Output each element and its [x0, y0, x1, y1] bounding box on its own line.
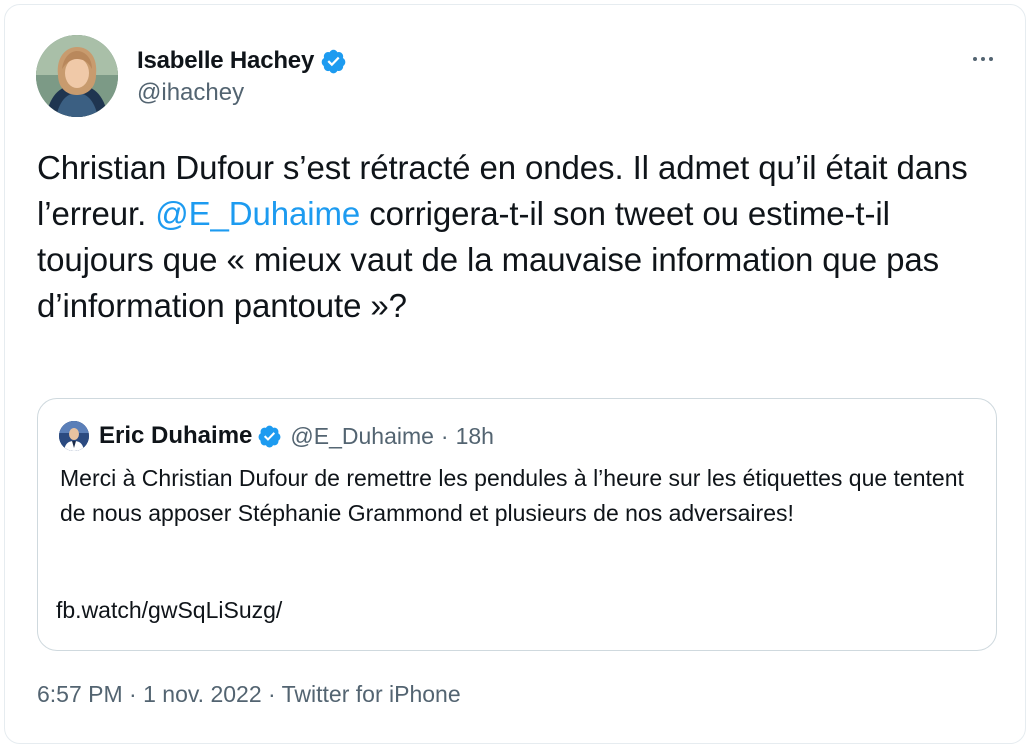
mention-link[interactable]: @E_Duhaime — [155, 195, 360, 232]
tweet-time[interactable]: 6:57 PM — [37, 681, 123, 707]
author-name[interactable]: Isabelle Hachey — [137, 47, 314, 75]
quoted-author-handle[interactable]: @E_Duhaime — [290, 423, 434, 450]
quoted-author-name[interactable]: Eric Duhaime — [99, 422, 252, 450]
verified-badge-icon — [321, 49, 346, 73]
more-options-icon-dot — [989, 57, 993, 61]
more-options-button[interactable] — [967, 49, 999, 69]
quoted-tweet-text: Merci à Christian Dufour de remettre les… — [60, 465, 964, 526]
author-avatar[interactable] — [36, 35, 118, 117]
quoted-timestamp[interactable]: 18h — [456, 423, 494, 450]
quoted-tweet[interactable]: Eric Duhaime @E_Duhaime · 18h Merci à Ch… — [37, 398, 997, 651]
tweet-card: Isabelle Hachey @ihachey Christian Dufou… — [4, 4, 1026, 744]
tweet-source[interactable]: Twitter for iPhone — [282, 681, 461, 707]
quoted-author-avatar-image — [59, 421, 89, 451]
more-options-icon — [973, 57, 977, 61]
quoted-verified-badge-icon — [258, 425, 281, 447]
tweet-date[interactable]: 1 nov. 2022 — [143, 681, 262, 707]
tweet-text: Christian Dufour s’est rétracté en ondes… — [37, 145, 987, 329]
quoted-tweet-link[interactable]: fb.watch/gwSqLiSuzg/ — [56, 597, 282, 624]
quoted-separator: · — [440, 422, 449, 449]
quoted-author-avatar[interactable] — [59, 421, 89, 451]
author-name-row[interactable]: Isabelle Hachey — [137, 45, 347, 77]
tweet-footer: 6:57 PM · 1 nov. 2022 · Twitter for iPho… — [37, 681, 461, 708]
footer-separator-2: · — [261, 681, 282, 707]
footer-separator: · — [122, 681, 144, 707]
more-options-icon-dot — [981, 57, 985, 61]
quoted-tweet-header: Eric Duhaime @E_Duhaime · 18h — [59, 421, 494, 451]
author-handle[interactable]: @ihachey — [137, 79, 244, 107]
author-avatar-image — [36, 35, 118, 117]
